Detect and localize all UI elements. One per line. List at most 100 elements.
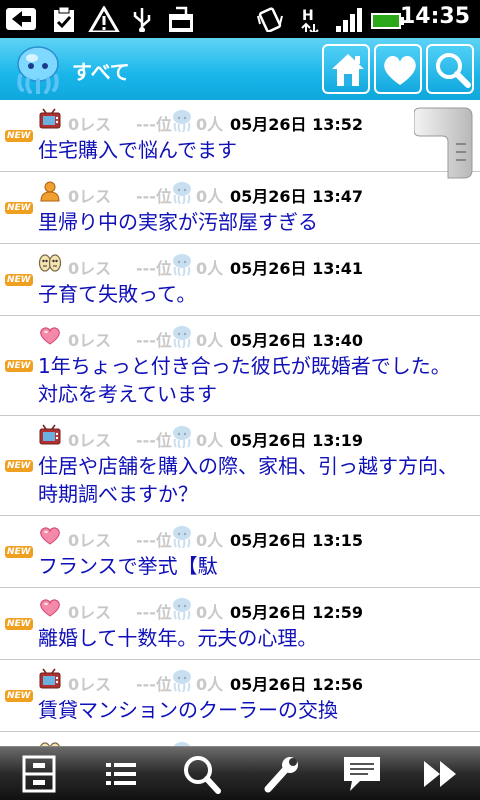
sd-card-icon	[169, 6, 193, 32]
wrench-icon	[264, 757, 298, 793]
reply-count: 0レス	[68, 531, 112, 550]
jellyfish-viewers-icon	[173, 426, 191, 448]
favorites-button[interactable]	[374, 44, 422, 94]
home-icon	[332, 54, 364, 86]
rank: ---位	[136, 259, 172, 278]
post-row[interactable]: NEW 0レス ---位 0人 05月26日 13:41 子育て失敗って。	[0, 244, 480, 316]
back-notification-icon	[6, 8, 36, 30]
post-time: 05月26日 13:52	[230, 115, 364, 134]
home-button[interactable]	[322, 44, 370, 94]
post-row[interactable]: NEW 0レス ---位 0人 05月26日 13:47 里帰り中の実家が汚部屋すぎる	[0, 172, 480, 244]
viewer-count: 0人	[196, 431, 224, 450]
post-title: 住居や店舗を購入の際、家相、引っ越す方向、時期調べますか？	[38, 454, 458, 506]
hsdpa-icon: H	[301, 8, 319, 32]
post-time: 05月26日 13:19	[230, 431, 364, 450]
rank: ---位	[136, 431, 172, 450]
status-bar: H 14:35	[0, 0, 480, 38]
board-list-button[interactable]	[16, 753, 64, 795]
clock: 14:35	[399, 4, 470, 29]
search-button[interactable]	[426, 44, 474, 94]
rank: ---位	[136, 675, 172, 694]
app-header: すべて	[0, 38, 480, 100]
post-title: 1年ちょっと付き合った彼氏が既婚者でした。対応を考えています	[38, 354, 451, 406]
bottom-toolbar	[0, 746, 480, 800]
next-page-button[interactable]	[418, 753, 466, 795]
post-time: 05月26日 13:47	[230, 187, 364, 206]
page-title: すべて	[72, 60, 130, 84]
speech-bubble-icon	[344, 757, 380, 791]
comments-button[interactable]	[338, 753, 386, 795]
warning-icon	[88, 6, 120, 32]
post-title: 里帰り中の実家が汚部屋すぎる	[38, 210, 318, 234]
list-icon	[106, 763, 136, 785]
post-time: 05月26日 13:15	[230, 531, 364, 550]
post-title: 住宅購入で悩んでます	[38, 138, 237, 162]
tv-icon	[39, 424, 61, 445]
viewer-count: 0人	[196, 259, 224, 278]
jellyfish-viewers-icon	[173, 598, 191, 620]
thread-list-button[interactable]	[98, 753, 146, 795]
jellyfish-viewers-icon	[173, 526, 191, 548]
post-row[interactable]: NEW 0レス ---位 0人 05月26日 13:19 住居や店舗を購入の際、家相、引っ…	[0, 416, 480, 516]
post-time: 05月26日 13:40	[230, 331, 364, 350]
post-title: フランスで挙式【駄	[38, 554, 218, 578]
post-time: 05月26日 13:41	[230, 259, 364, 278]
post-row[interactable]: NEW 0レス ---位 0人 05月26日 13:40 1年ちょっと付き合った彼氏が既婚…	[0, 316, 480, 416]
new-badge: NEW	[5, 130, 33, 142]
heart-icon	[40, 527, 60, 545]
new-badge: NEW	[5, 360, 33, 372]
reply-count: 0レス	[68, 259, 112, 278]
jellyfish-viewers-icon	[173, 326, 191, 348]
heart-icon	[40, 599, 60, 617]
post-row[interactable]: NEW0レス---位0人05月26日 12:51この場合のご祝儀は？	[0, 732, 480, 746]
new-badge: NEW	[5, 202, 33, 214]
reply-count: 0レス	[68, 187, 112, 206]
jellyfish-viewers-icon	[173, 670, 191, 692]
rank: ---位	[136, 115, 172, 134]
post-time: 05月26日 12:56	[230, 675, 364, 694]
reply-count: 0レス	[68, 331, 112, 350]
reply-count: 0レス	[68, 675, 112, 694]
post-title: 離婚して十数年。元夫の心理。	[38, 626, 318, 650]
person-icon	[40, 181, 60, 202]
new-badge: NEW	[5, 690, 33, 702]
tv-icon	[39, 108, 61, 129]
fast-forward-icon	[424, 761, 456, 787]
new-badge: NEW	[5, 460, 33, 472]
cabinet-icon	[22, 755, 56, 793]
post-row[interactable]: NEW 0レス ---位 0人 05月26日 12:59 離婚して十数年。元夫の心理。	[0, 588, 480, 660]
settings-button[interactable]	[258, 753, 306, 795]
jellyfish-logo-icon[interactable]	[12, 44, 64, 94]
new-badge: NEW	[5, 274, 33, 286]
rank: ---位	[136, 603, 172, 622]
new-badge: NEW	[5, 618, 33, 630]
viewer-count: 0人	[196, 603, 224, 622]
usb-icon	[133, 8, 151, 32]
post-row[interactable]: NEW 0レス ---位 0人 05月26日 13:15 フランスで挙式【駄	[0, 516, 480, 588]
search-toolbar-button[interactable]	[178, 753, 226, 795]
rank: ---位	[136, 331, 172, 350]
post-list[interactable]: NEW 0レス ---位 0人 05月26日 13:52 住宅購入で悩んでます NEW 0レス…	[0, 100, 480, 746]
rank: ---位	[136, 187, 172, 206]
rank: ---位	[136, 531, 172, 550]
viewer-count: 0人	[196, 115, 224, 134]
heart-icon	[384, 56, 416, 85]
viewer-count: 0人	[196, 675, 224, 694]
reply-count: 0レス	[68, 603, 112, 622]
post-time: 05月26日 12:59	[230, 603, 364, 622]
jellyfish-viewers-icon	[173, 110, 191, 132]
tv-icon	[39, 668, 61, 689]
viewer-count: 0人	[196, 187, 224, 206]
signal-icon	[336, 8, 362, 32]
viewer-count: 0人	[196, 331, 224, 350]
post-title: 子育て失敗って。	[38, 282, 197, 306]
jellyfish-viewers-icon	[173, 182, 191, 204]
post-row[interactable]: NEW 0レス ---位 0人 05月26日 12:56 賃貸マンションのクーラーの交換	[0, 660, 480, 732]
post-title: 賃貸マンションのクーラーの交換	[38, 698, 338, 722]
post-row[interactable]: NEW 0レス ---位 0人 05月26日 13:52 住宅購入で悩んでます	[0, 100, 480, 172]
fast-scroll-handle[interactable]	[414, 106, 474, 180]
search-icon	[436, 53, 471, 88]
clipboard-icon	[54, 6, 74, 32]
new-badge: NEW	[5, 546, 33, 558]
reply-count: 0レス	[68, 431, 112, 450]
